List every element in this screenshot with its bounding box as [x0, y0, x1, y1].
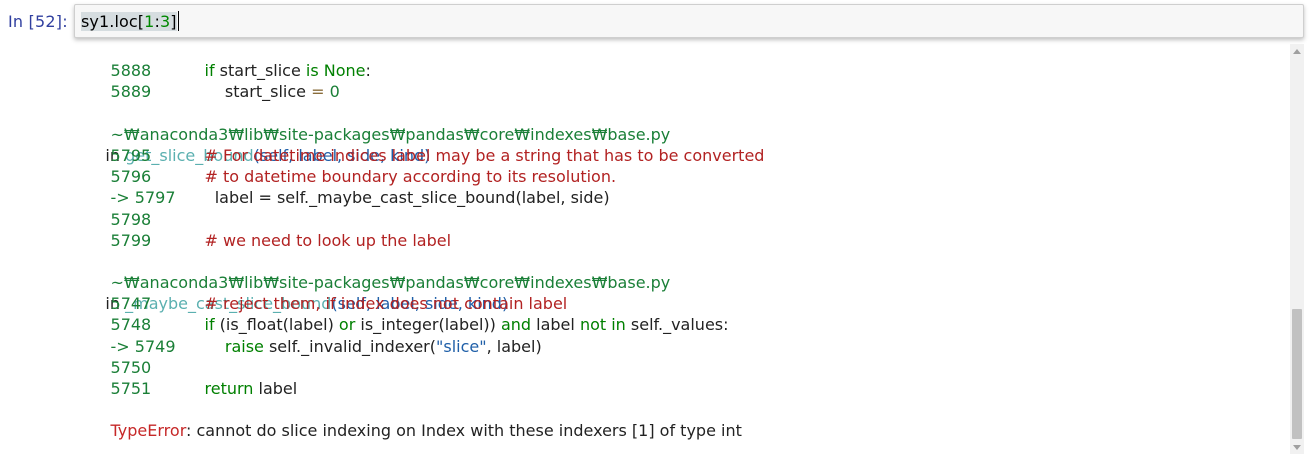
traceback: 5888 if start_slice is None: 5889 start_s…	[80, 28, 1290, 440]
code-text: ]	[170, 12, 177, 31]
number-literal: 1	[144, 12, 155, 31]
keyword: or	[338, 315, 356, 335]
scroll-up-arrow-icon[interactable]	[1290, 44, 1304, 58]
file-path: ~₩anaconda3₩lib₩site-packages₩pandas₩cor…	[110, 124, 671, 144]
comment: # to datetime boundary according to its …	[204, 167, 617, 187]
keyword: None	[323, 61, 366, 81]
line-number: 5798	[110, 209, 152, 229]
traceback-line: 5751 return label	[80, 357, 1290, 398]
keyword: return	[204, 379, 254, 399]
keyword: and	[500, 315, 532, 335]
code-text: sy1.loc[	[81, 12, 145, 31]
line-number: 5795	[110, 145, 152, 165]
current-line-arrow: -> 5797	[110, 188, 176, 208]
current-line-arrow: -> 5749	[110, 336, 176, 356]
keyword: not in	[579, 315, 626, 335]
string-literal: "slice"	[436, 336, 487, 356]
code-text: label	[253, 379, 298, 399]
input-prompt: In [52]:	[8, 12, 68, 31]
code-text: is_integer(label))	[355, 315, 501, 335]
code-text: self._values:	[625, 315, 729, 335]
number-literal: 0	[324, 82, 340, 102]
vertical-scrollbar[interactable]	[1290, 44, 1304, 454]
code-text: label = self._maybe_cast_slice_bound(lab…	[204, 188, 610, 208]
frame-header: ~₩anaconda3₩lib₩site-packages₩pandas₩cor…	[80, 251, 1290, 313]
keyword: raise	[224, 336, 264, 356]
operator: =	[311, 82, 325, 102]
line-number: 5748	[110, 315, 152, 335]
keyword: is	[305, 61, 319, 81]
code-text: :	[365, 61, 371, 81]
input-cell[interactable]: In [52]: sy1.loc[1:3]	[0, 0, 1309, 44]
comment: # we need to look up the label	[204, 230, 452, 250]
line-number: 5799	[110, 230, 152, 250]
code-text: , label)	[486, 336, 542, 356]
code-text: label	[531, 315, 580, 335]
cell-output: 5888 if start_slice is None: 5889 start_s…	[0, 28, 1290, 460]
code-text: start_slice	[214, 61, 306, 81]
text-cursor	[177, 11, 179, 31]
file-path: ~₩anaconda3₩lib₩site-packages₩pandas₩cor…	[110, 273, 671, 293]
code-text: start_slice	[204, 82, 312, 102]
code-editor-text[interactable]: sy1.loc[1:3]	[81, 11, 179, 31]
code-text: (is_float(label)	[214, 315, 339, 335]
keyword: if	[204, 315, 215, 335]
scroll-down-arrow-icon[interactable]	[1290, 440, 1304, 454]
scrollbar-thumb[interactable]	[1292, 309, 1302, 439]
error-type: TypeError	[110, 421, 186, 441]
line-number: 5751	[110, 379, 152, 399]
traceback-line: 5799 # we need to look up the label	[80, 209, 1290, 250]
keyword: if	[204, 61, 215, 81]
error-message: TypeError: cannot do slice indexing on I…	[80, 399, 1290, 440]
line-number: 5888	[110, 61, 152, 81]
comment: # reject them, if index does not contain…	[204, 294, 568, 314]
comment: # For datetime indices label may be a st…	[204, 145, 765, 165]
code-text: self._invalid_indexer(	[263, 336, 436, 356]
line-number: 5889	[110, 82, 152, 102]
error-text: : cannot do slice indexing on Index with…	[185, 421, 742, 441]
frame-header: ~₩anaconda3₩lib₩site-packages₩pandas₩cor…	[80, 103, 1290, 165]
line-number: 5747	[110, 294, 152, 314]
number-literal: 3	[159, 12, 171, 31]
line-number: 5796	[110, 167, 152, 187]
code-input[interactable]: sy1.loc[1:3]	[74, 4, 1304, 38]
line-number: 5750	[110, 357, 152, 377]
